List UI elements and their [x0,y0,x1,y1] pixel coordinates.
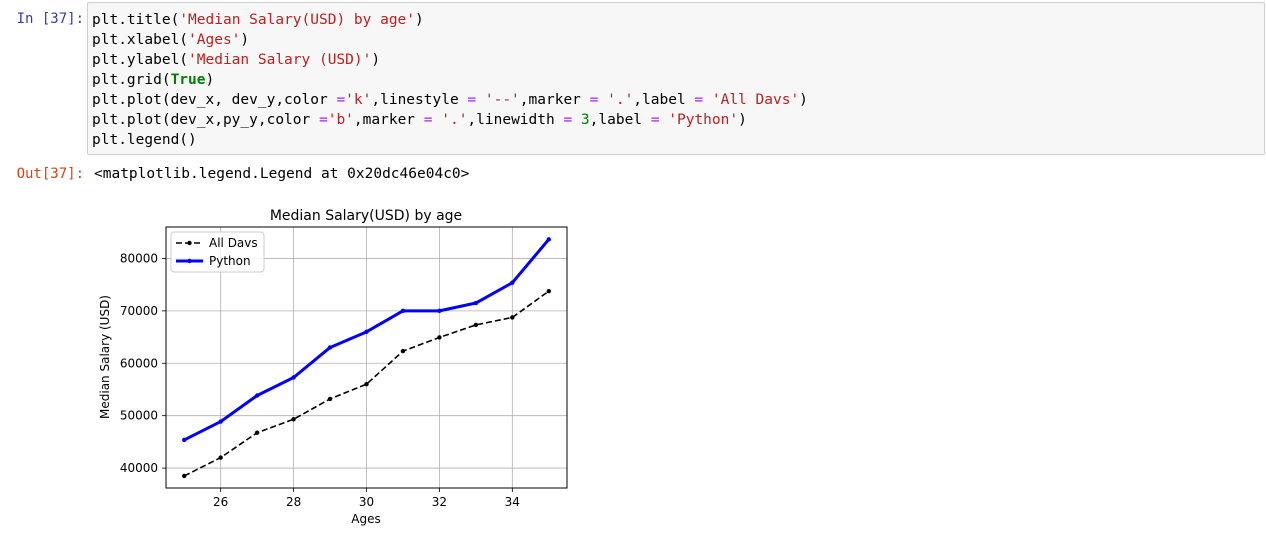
output-text: <matplotlib.legend.Legend at 0x20dc46e04… [94,166,470,182]
y-tick-label: 50000 [120,409,158,423]
data-point [400,348,406,354]
data-point [400,308,406,314]
chart-title: Median Salary(USD) by age [270,208,462,224]
code-token: 'k' [345,92,372,108]
code-token: plt.legend() [92,132,197,148]
data-point [291,375,296,380]
data-point [364,329,369,335]
code-token: plt.plot(dev_x, dev_y,color [92,92,337,108]
legend-label: All Davs [209,236,258,250]
code-line: plt.plot(dev_x, dev_y,color ='k',linesty… [92,90,1264,110]
x-tick-label: 30 [359,495,374,509]
code-token: 'All Davs' [703,92,800,108]
code-cell-input[interactable]: plt.title('Median Salary(USD) by age') pl… [87,2,1265,155]
code-token: ) [240,32,250,48]
code-token: = [650,112,660,128]
data-point [218,455,223,460]
code-line: plt.title('Median Salary(USD) by age') [92,10,1264,30]
x-tick-label: 34 [505,495,520,509]
code-token: 'Ages' [188,32,241,48]
code-token: = [694,92,704,108]
data-point [218,419,223,424]
code-editor[interactable]: plt.title('Median Salary(USD) by age') pl… [92,10,1264,150]
code-token: = [318,112,328,128]
legend-marker [187,258,192,264]
data-point [510,280,515,285]
code-token: plt.ylabel( [92,52,189,68]
data-point [327,345,333,350]
y-tick-label: 70000 [120,304,158,318]
line-chart: 26 28 30 32 34 40000 50000 60000 70000 80000 Medi… [98,208,568,526]
data-point [254,393,260,398]
input-prompt: In [37]: [16,11,84,27]
code-line: plt.ylabel('Median Salary (USD)') [92,50,1264,70]
y-axis-label: Median Salary (USD) [98,295,112,419]
code-token: plt.plot(dev_x,py_y,color [92,112,319,128]
data-point [546,288,551,294]
code-token: plt.grid( [92,72,171,88]
code-token: ) [205,72,215,88]
code-token: = [336,92,346,108]
code-token: ,marker [353,112,424,128]
code-token: True [170,72,206,88]
data-point [291,417,296,422]
code-token: 'Median Salary(USD) by age' [179,12,416,28]
x-tick-label: 26 [213,495,228,509]
code-token: 'Median Salary (USD)' [188,52,372,68]
code-token: 'Python' [659,112,739,128]
data-point [546,237,551,242]
code-token: = [467,92,477,108]
x-tick-label: 32 [432,495,447,509]
code-line: plt.grid(True) [92,70,1264,90]
y-tick-label: 60000 [120,356,158,370]
axis-ticks: 26 28 30 32 34 40000 50000 60000 70000 80000 [120,251,520,509]
code-token: plt.title( [92,12,180,28]
code-token: 3 [572,112,590,128]
code-token: ) [371,52,381,68]
code-token: ,linestyle [371,92,468,108]
code-token: '--' [476,92,520,108]
data-point [182,473,187,479]
data-point [364,382,369,387]
data-point [473,300,479,306]
code-token: ) [415,12,424,28]
data-point [182,437,187,443]
x-axis-label: Ages [351,512,380,526]
legend: All Davs Python [170,231,265,273]
legend-label: Python [209,254,251,268]
data-point [437,308,442,314]
legend-marker [187,240,192,246]
code-token: '.' [432,112,468,128]
code-token: ,label [633,92,695,108]
x-tick-label: 28 [286,495,301,509]
code-token: plt.xlabel( [92,32,189,48]
code-line: plt.plot(dev_x,py_y,color ='b',marker = … [92,110,1264,130]
data-point [510,315,515,320]
code-token: '.' [598,92,634,108]
code-line: plt.legend() [92,130,1264,150]
data-point [327,396,333,402]
data-point [437,335,442,340]
data-point [473,322,479,328]
code-token: ,marker [519,92,590,108]
data-point [254,430,260,435]
code-token: ) [738,112,747,128]
y-tick-label: 80000 [120,251,158,265]
code-token: ,linewidth [467,112,564,128]
code-token: ) [799,92,808,108]
code-token: = [563,112,573,128]
code-token: ,label [589,112,651,128]
code-token: = [423,112,433,128]
y-tick-label: 40000 [120,461,158,475]
code-line: plt.xlabel('Ages') [92,30,1264,50]
output-prompt: Out[37]: [16,166,84,182]
code-token: 'b' [327,112,354,128]
